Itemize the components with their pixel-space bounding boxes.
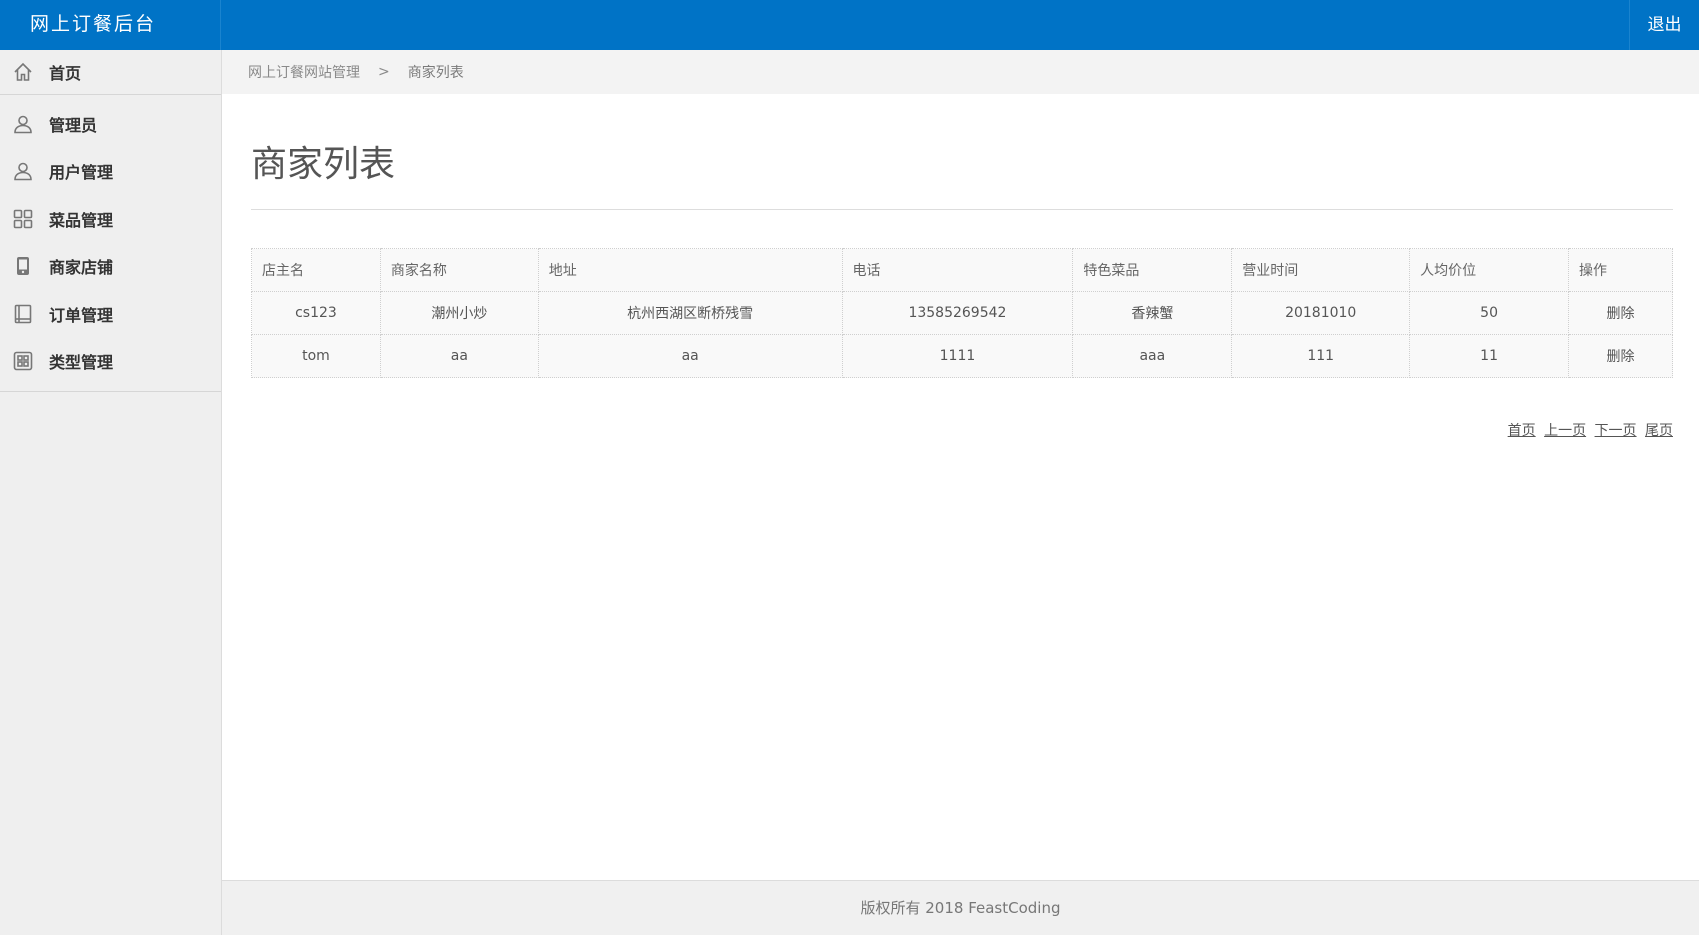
cell-avg-price: 50 bbox=[1409, 291, 1570, 335]
column-header: 商家名称 bbox=[379, 248, 539, 292]
column-header: 特色菜品 bbox=[1072, 248, 1233, 292]
sidebar: 首页 管理员 用户管理 菜品管理 商家店铺 订单管理 类型管理 bbox=[0, 50, 222, 935]
footer-copyright: 版权所有 2018 FeastCoding bbox=[222, 880, 1699, 935]
sidebar-item-label: 首页 bbox=[49, 64, 82, 83]
sidebar-item-types[interactable]: 类型管理 bbox=[0, 338, 221, 386]
sidebar-item-orders[interactable]: 订单管理 bbox=[0, 290, 221, 338]
user-icon bbox=[12, 160, 34, 182]
cell-address: aa bbox=[537, 334, 843, 378]
phone-icon bbox=[12, 255, 34, 277]
sidebar-item-users[interactable]: 用户管理 bbox=[0, 148, 221, 196]
delete-button[interactable]: 删除 bbox=[1568, 291, 1673, 335]
pager-first-link[interactable]: 首页 bbox=[1508, 423, 1536, 439]
cell-owner: cs123 bbox=[251, 291, 381, 335]
breadcrumb-current: 商家列表 bbox=[407, 65, 464, 81]
column-header: 店主名 bbox=[251, 248, 381, 292]
pager-prev-link[interactable]: 上一页 bbox=[1544, 423, 1586, 439]
cell-avg-price: 11 bbox=[1409, 334, 1570, 378]
merchant-table: 店主名 商家名称 地址 电话 特色菜品 营业时间 人均价位 操作 cs123 潮… bbox=[251, 248, 1673, 378]
grid-icon bbox=[12, 208, 34, 230]
column-header: 人均价位 bbox=[1409, 248, 1570, 292]
cell-phone: 13585269542 bbox=[841, 291, 1074, 335]
column-header: 电话 bbox=[841, 248, 1074, 292]
grid-box-icon bbox=[12, 350, 34, 372]
title-divider bbox=[251, 209, 1673, 210]
sidebar-item-shops[interactable]: 商家店铺 bbox=[0, 243, 221, 291]
sidebar-item-label: 商家店铺 bbox=[49, 258, 114, 278]
breadcrumb-separator: > bbox=[378, 64, 390, 80]
cell-hours: 111 bbox=[1231, 334, 1411, 378]
sidebar-menu: 管理员 用户管理 菜品管理 商家店铺 订单管理 类型管理 bbox=[0, 95, 221, 392]
pagination: 首页 上一页 下一页 尾页 bbox=[1504, 420, 1673, 440]
home-icon bbox=[12, 61, 34, 83]
sidebar-item-label: 类型管理 bbox=[49, 353, 114, 373]
table-row: tom aa aa 1111 aaa 111 11 删除 bbox=[251, 334, 1673, 378]
sidebar-item-label: 订单管理 bbox=[49, 305, 114, 325]
app-brand: 网上订餐后台 bbox=[0, 0, 221, 50]
page-title: 商家列表 bbox=[251, 144, 396, 185]
table-row: cs123 潮州小炒 杭州西湖区断桥残雪 13585269542 香辣蟹 201… bbox=[251, 291, 1673, 335]
sidebar-item-label: 菜品管理 bbox=[49, 210, 114, 230]
book-icon bbox=[12, 303, 34, 325]
sidebar-item-home[interactable]: 首页 bbox=[0, 50, 221, 95]
top-header: 网上订餐后台 退出 bbox=[0, 0, 1699, 50]
user-icon bbox=[12, 113, 34, 135]
cell-phone: 1111 bbox=[841, 334, 1074, 378]
breadcrumb: 网上订餐网站管理 > 商家列表 bbox=[222, 50, 1699, 94]
cell-shop-name: aa bbox=[379, 334, 539, 378]
sidebar-item-label: 用户管理 bbox=[49, 163, 114, 183]
sidebar-item-dishes[interactable]: 菜品管理 bbox=[0, 195, 221, 243]
cell-hours: 20181010 bbox=[1231, 291, 1411, 335]
sidebar-item-label: 管理员 bbox=[49, 115, 98, 135]
column-header: 地址 bbox=[537, 248, 843, 292]
sidebar-item-admin[interactable]: 管理员 bbox=[0, 100, 221, 148]
cell-shop-name: 潮州小炒 bbox=[379, 291, 539, 335]
delete-button[interactable]: 删除 bbox=[1568, 334, 1673, 378]
breadcrumb-root[interactable]: 网上订餐网站管理 bbox=[248, 62, 360, 82]
pager-last-link[interactable]: 尾页 bbox=[1645, 423, 1673, 439]
column-header: 操作 bbox=[1568, 248, 1673, 292]
table-header-row: 店主名 商家名称 地址 电话 特色菜品 营业时间 人均价位 操作 bbox=[251, 248, 1673, 292]
logout-button[interactable]: 退出 bbox=[1629, 0, 1699, 50]
cell-specialty: aaa bbox=[1072, 334, 1233, 378]
column-header: 营业时间 bbox=[1231, 248, 1411, 292]
pager-next-link[interactable]: 下一页 bbox=[1595, 423, 1637, 439]
cell-specialty: 香辣蟹 bbox=[1072, 291, 1233, 335]
cell-address: 杭州西湖区断桥残雪 bbox=[537, 291, 843, 335]
cell-owner: tom bbox=[251, 334, 381, 378]
